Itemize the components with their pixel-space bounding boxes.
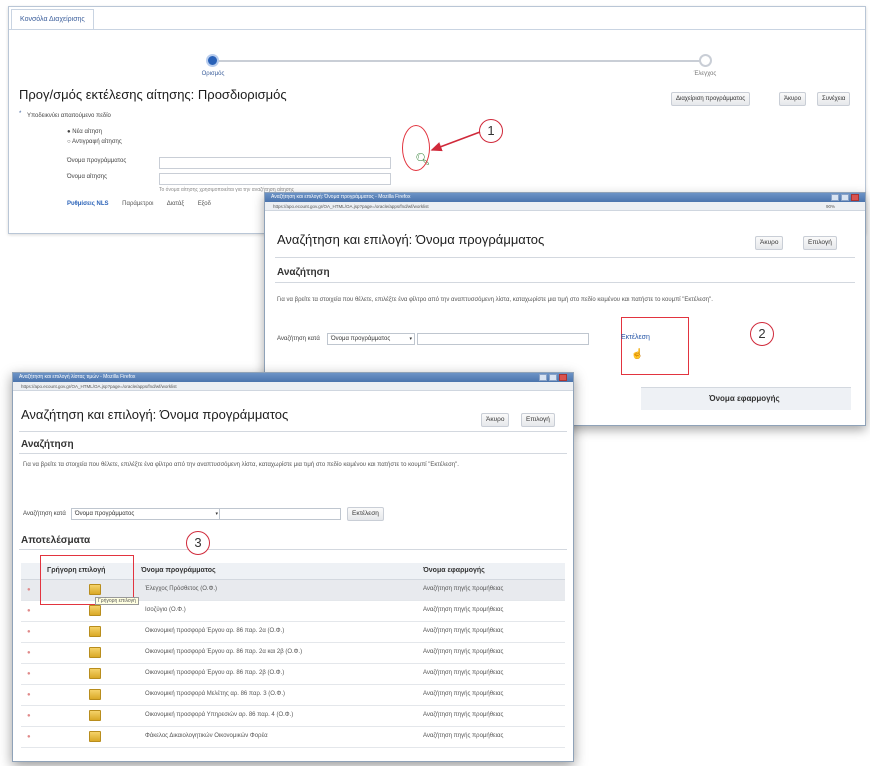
arrow-1 — [430, 131, 481, 152]
row-indicator-icon: ● — [27, 692, 31, 698]
application-name-cell: Αναζήτηση πηγής προμήθειας — [423, 586, 504, 592]
search-dialog-2: Αναζήτηση και επιλογή λίστας τιμών - Moz… — [12, 372, 574, 762]
column-program-name[interactable]: Όνομα προγράμματος — [141, 567, 216, 574]
divider — [275, 257, 855, 258]
application-name-cell: Αναζήτηση πηγής προμήθειας — [423, 712, 504, 718]
dialog2-url-bar[interactable]: https://apo.ecount.gov.gr/OA_HTML/OA.jsp… — [13, 382, 573, 391]
application-name-cell: Αναζήτηση πηγής προμήθειας — [423, 670, 504, 676]
chevron-down-icon: ▾ — [409, 336, 412, 342]
application-name-cell: Αναζήτηση πηγής προμήθειας — [423, 733, 504, 739]
maximize-icon[interactable] — [549, 374, 557, 381]
dialog1-title: Αναζήτηση και επιλογή: Όνομα προγράμματο… — [277, 232, 545, 247]
quick-select-icon[interactable] — [89, 689, 101, 700]
row-indicator-icon: ● — [27, 587, 31, 593]
minimize-icon[interactable] — [539, 374, 547, 381]
dialog1-url: https://apo.ecount.gov.gr/OA_HTML/OA.jsp… — [273, 204, 429, 209]
application-name-cell: Αναζήτηση πηγής προμήθειας — [423, 649, 504, 655]
close-icon[interactable] — [851, 194, 859, 201]
dialog2-search-by-select[interactable]: Όνομα προγράμματος ▾ — [71, 508, 221, 520]
dialog2-url: https://apo.ecount.gov.gr/OA_HTML/OA.jsp… — [21, 384, 177, 389]
quick-select-icon[interactable] — [89, 710, 101, 721]
dialog1-url-bar[interactable]: https://apo.ecount.gov.gr/OA_HTML/OA.jsp… — [265, 202, 865, 211]
dialog1-cancel-button[interactable]: Άκυρο — [755, 236, 784, 250]
close-icon[interactable] — [559, 374, 567, 381]
dialog1-zoom: 90% — [825, 204, 835, 209]
table-row[interactable]: ● Οικονομική προσφορά Έργου αρ. 86 παρ. 2… — [21, 622, 565, 643]
quick-select-icon[interactable] — [89, 626, 101, 637]
program-name-cell: Οικονομική προσφορά Έργου αρ. 86 παρ. 2β… — [145, 670, 285, 676]
quick-select-tooltip: Γρήγορη επιλογή — [95, 597, 139, 605]
dialog2-search-heading: Αναζήτηση — [21, 439, 74, 450]
program-name-cell: Ισοζύγιο (Ο.Φ.) — [145, 607, 186, 613]
table-row[interactable]: ● Φάκελος Δικαιολογητικών Οικονομικών Φορ… — [21, 727, 565, 748]
program-name-cell: Έλεγχος Πρόσθετος (Ο.Φ.) — [145, 586, 218, 592]
table-row[interactable]: ● Οικονομική προσφορά Μελέτης αρ. 86 παρ.… — [21, 685, 565, 706]
quick-select-icon[interactable] — [89, 647, 101, 658]
dialog1-search-by-value: Όνομα προγράμματος — [331, 336, 391, 342]
divider — [275, 282, 855, 283]
annotation-marker-3: 3 — [186, 531, 210, 555]
dialog2-run-button[interactable]: Εκτέλεση — [347, 507, 384, 521]
dialog2-title: Αναζήτηση και επιλογή: Όνομα προγράμματο… — [21, 407, 289, 422]
dialog2-search-by-label: Αναζήτηση κατά — [23, 511, 66, 517]
program-name-cell: Οικονομική προσφορά Έργου αρ. 86 παρ. 2α… — [145, 649, 303, 655]
table-row[interactable]: ● Οικονομική προσφορά Υπηρεσιών αρ. 86 πα… — [21, 706, 565, 727]
dialog1-run-button[interactable]: Εκτέλεση — [621, 334, 650, 341]
application-name-cell: Αναζήτηση πηγής προμήθειας — [423, 691, 504, 697]
dialog1-select-button[interactable]: Επιλογή — [803, 236, 837, 250]
dialog2-search-input[interactable] — [219, 508, 341, 520]
dialog2-search-by-value: Όνομα προγράμματος — [75, 511, 135, 517]
row-indicator-icon: ● — [27, 629, 31, 635]
dialog2-cancel-button[interactable]: Άκυρο — [481, 413, 510, 427]
application-name-cell: Αναζήτηση πηγής προμήθειας — [423, 607, 504, 613]
dialog1-search-input[interactable] — [417, 333, 589, 345]
dialog1-search-heading: Αναζήτηση — [277, 267, 330, 278]
row-indicator-icon: ● — [27, 608, 31, 614]
dialog2-results-heading: Αποτελέσματα — [21, 535, 91, 546]
dialog2-instructions: Για να βρείτε τα στοιχεία που θέλετε, επ… — [23, 462, 459, 468]
dialog1-search-by-select[interactable]: Όνομα προγράμματος ▾ — [327, 333, 415, 345]
dialog1-search-by-label: Αναζήτηση κατά — [277, 336, 320, 342]
row-indicator-icon: ● — [27, 713, 31, 719]
divider — [19, 453, 567, 454]
annotation-marker-2: 2 — [750, 322, 774, 346]
program-name-cell: Οικονομική προσφορά Έργου αρ. 86 παρ. 2α… — [145, 628, 285, 634]
dialog1-app-column[interactable]: Όνομα εφαρμογής — [709, 394, 780, 403]
divider — [19, 549, 567, 550]
quick-select-icon[interactable] — [89, 668, 101, 679]
program-name-cell: Οικονομική προσφορά Μελέτης αρ. 86 παρ. … — [145, 691, 285, 697]
divider — [19, 431, 567, 432]
dialog1-instructions: Για να βρείτε τα στοιχεία που θέλετε, επ… — [277, 297, 713, 303]
quick-select-icon[interactable] — [89, 605, 101, 616]
table-row[interactable]: ● Οικονομική προσφορά Έργου αρ. 86 παρ. 2… — [21, 643, 565, 664]
row-indicator-icon: ● — [27, 650, 31, 656]
dialog2-select-button[interactable]: Επιλογή — [521, 413, 555, 427]
column-application-name[interactable]: Όνομα εφαρμογής — [423, 567, 485, 574]
annotation-highlight-2 — [621, 317, 689, 375]
application-name-cell: Αναζήτηση πηγής προμήθειας — [423, 628, 504, 634]
chevron-down-icon: ▾ — [215, 511, 218, 517]
program-name-cell: Φάκελος Δικαιολογητικών Οικονομικών Φορέ… — [145, 733, 268, 739]
maximize-icon[interactable] — [841, 194, 849, 201]
table-row[interactable]: ● Οικονομική προσφορά Έργου αρ. 86 παρ. 2… — [21, 664, 565, 685]
dialog1-titlebar: Αναζήτηση και επιλογή: Όνομα προγράμματο… — [265, 193, 865, 202]
program-name-cell: Οικονομική προσφορά Υπηρεσιών αρ. 86 παρ… — [145, 712, 294, 718]
row-indicator-icon: ● — [27, 734, 31, 740]
row-indicator-icon: ● — [27, 671, 31, 677]
dialog2-titlebar: Αναζήτηση και επιλογή λίστας τιμών - Moz… — [13, 373, 573, 382]
cursor-hand-icon: ☝ — [631, 349, 644, 360]
minimize-icon[interactable] — [831, 194, 839, 201]
quick-select-icon[interactable] — [89, 731, 101, 742]
